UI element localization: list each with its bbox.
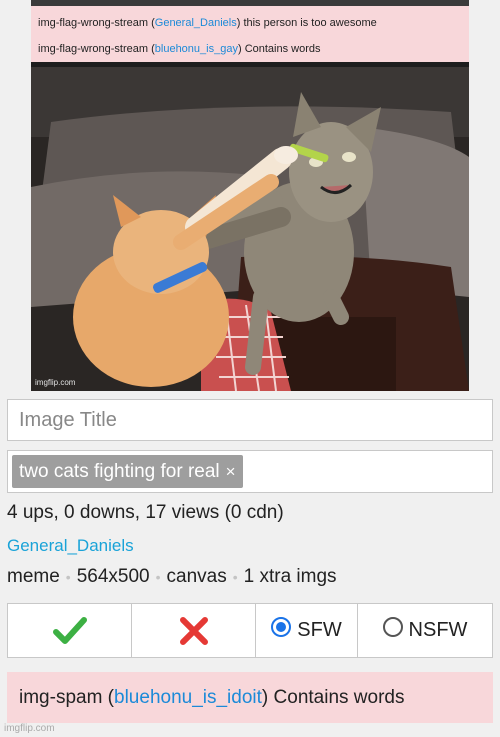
image-watermark: imgflip.com	[35, 378, 76, 387]
meta-size: 564x500	[76, 566, 150, 587]
image-meta: meme • 564x500 • canvas • 1 xtra imgs	[7, 566, 337, 587]
nsfw-label: NSFW	[408, 619, 468, 641]
tag-input[interactable]: two cats fighting for real ×	[7, 450, 493, 493]
reject-button[interactable]	[132, 604, 256, 657]
spam-flag: img-spam (bluehonu_is_idoit) Contains wo…	[7, 672, 493, 723]
flag-list: img-flag-wrong-stream (General_Daniels) …	[31, 0, 469, 62]
flag-user-link[interactable]: General_Daniels	[155, 17, 237, 29]
meta-type: meme	[7, 566, 60, 587]
radio-unselected-icon	[382, 616, 403, 637]
flag-user-link[interactable]: bluehonu_is_idoit	[114, 687, 262, 708]
radio-selected-icon	[271, 616, 292, 637]
page-watermark: imgflip.com	[4, 723, 55, 734]
image-title-input[interactable]	[7, 399, 493, 441]
tag-remove-icon[interactable]: ×	[226, 462, 236, 482]
tag-label: two cats fighting for real	[19, 460, 220, 482]
image-stats: 4 ups, 0 downs, 17 views (0 cdn)	[7, 502, 284, 523]
flag-item: img-flag-wrong-stream (General_Daniels) …	[38, 17, 377, 29]
sfw-radio[interactable]: SFW	[256, 604, 358, 657]
check-icon	[52, 616, 87, 644]
x-icon	[179, 616, 208, 645]
tag-chip: two cats fighting for real ×	[12, 455, 243, 488]
moderation-bar: SFW NSFW	[7, 603, 493, 658]
author-link[interactable]: General_Daniels	[7, 536, 134, 556]
flag-user-link[interactable]: bluehonu_is_gay	[155, 43, 238, 55]
approve-button[interactable]	[8, 604, 132, 657]
meta-mode: canvas	[166, 566, 227, 587]
nsfw-radio[interactable]: NSFW	[358, 604, 492, 657]
meta-extra: 1 xtra imgs	[243, 566, 337, 587]
cats-photo	[31, 67, 469, 391]
meme-image[interactable]: img-flag-wrong-stream (General_Daniels) …	[31, 0, 469, 391]
sfw-label: SFW	[297, 619, 342, 641]
flag-item: img-flag-wrong-stream (bluehonu_is_gay) …	[38, 43, 321, 55]
